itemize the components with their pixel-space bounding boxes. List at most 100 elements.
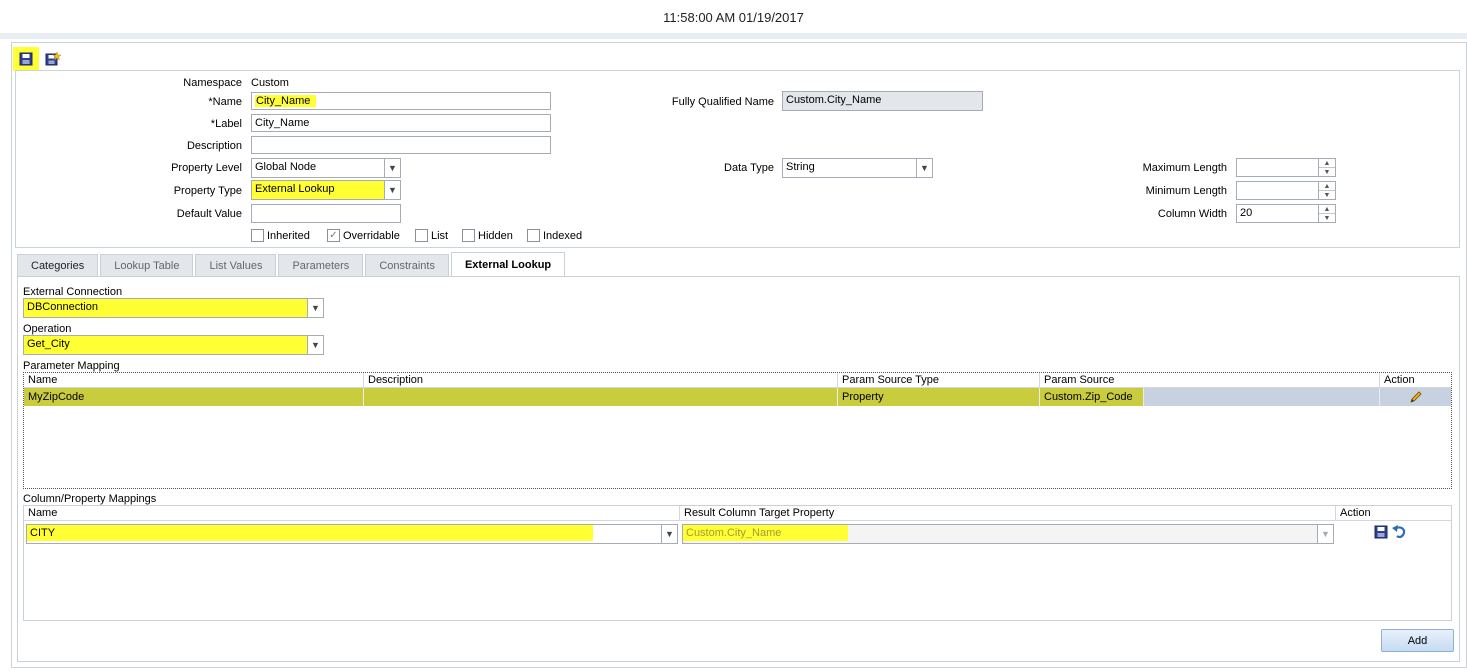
spin-down-icon[interactable]: ▼ <box>1319 214 1335 222</box>
tab-categories[interactable]: Categories <box>17 254 99 276</box>
pencil-icon <box>1409 391 1422 403</box>
label-field[interactable]: City_Name <box>251 114 551 132</box>
column-header-name[interactable]: Name <box>24 506 680 520</box>
column-header-param-source[interactable]: Param Source <box>1040 373 1380 387</box>
data-type-value: String <box>786 161 815 173</box>
grid-header: Name Description Param Source Type Param… <box>24 373 1451 388</box>
column-width-spinner[interactable]: 20 ▲ ▼ <box>1236 204 1336 223</box>
edit-button[interactable] <box>1380 388 1451 406</box>
checkbox-list[interactable]: List <box>415 229 448 242</box>
chevron-down-icon[interactable]: ▼ <box>916 159 932 177</box>
checkbox-box[interactable] <box>527 229 540 242</box>
row-actions <box>1374 525 1407 539</box>
cell-param-source-type: Property <box>838 388 1040 406</box>
property-level-value: Global Node <box>255 161 317 173</box>
tab-constraints[interactable]: Constraints <box>365 254 449 276</box>
column-header-param-source-type[interactable]: Param Source Type <box>838 373 1040 387</box>
save-button[interactable] <box>13 47 39 71</box>
property-type-label: Property Type <box>173 185 242 197</box>
checkbox-hidden[interactable]: Hidden <box>462 229 513 242</box>
chevron-down-icon[interactable]: ▼ <box>307 336 323 354</box>
chevron-down-icon[interactable]: ▼ <box>661 525 677 543</box>
name-field[interactable]: City_Name <box>251 92 551 110</box>
chevron-down-icon[interactable]: ▼ <box>1317 525 1333 543</box>
timestamp: 11:58:00 AM 01/19/2017 <box>663 10 804 25</box>
property-type-value: External Lookup <box>252 181 384 199</box>
spin-up-icon[interactable]: ▲ <box>1319 159 1335 168</box>
checkbox-label: Hidden <box>478 229 513 242</box>
checkbox-box[interactable] <box>415 229 428 242</box>
checkbox-inherited[interactable]: Inherited <box>251 229 310 242</box>
checkbox-label: Indexed <box>543 229 583 242</box>
min-length-label: Minimum Length <box>1145 185 1227 197</box>
column-mapping-label: Column/Property Mappings <box>23 493 157 505</box>
checkbox-indexed[interactable]: Indexed <box>527 229 582 242</box>
checkbox-box[interactable] <box>462 229 475 242</box>
checkmark-icon[interactable]: ✓ <box>327 229 340 242</box>
description-field[interactable] <box>251 136 551 154</box>
max-length-label: Maximum Length <box>1142 162 1227 174</box>
checkbox-label: Overridable <box>343 229 400 242</box>
spin-down-icon[interactable]: ▼ <box>1319 191 1335 199</box>
namespace-value: Custom <box>251 77 289 89</box>
tab-lookup-table[interactable]: Lookup Table <box>100 254 194 276</box>
save-as-icon <box>45 51 61 66</box>
max-length-spinner[interactable]: ▲ ▼ <box>1236 158 1336 177</box>
save-icon[interactable] <box>1374 525 1388 539</box>
checkbox-label: List <box>431 229 449 242</box>
add-button[interactable]: Add <box>1381 629 1454 652</box>
column-header-name[interactable]: Name <box>24 373 364 387</box>
default-value-field[interactable] <box>251 204 401 223</box>
fqn-field: Custom.City_Name <box>782 91 983 111</box>
tab-external-lookup[interactable]: External Lookup <box>450 252 566 276</box>
target-property-select[interactable]: Custom.City_Name ▼ <box>682 524 1334 544</box>
name-label-text: Name <box>212 96 242 108</box>
column-mapping-grid: Name Result Column Target Property Actio… <box>23 505 1452 621</box>
table-row[interactable]: CITY ▼ Custom.City_Name ▼ <box>24 521 1451 545</box>
column-width-value: 20 <box>1240 207 1253 219</box>
operation-label: Operation <box>23 323 72 335</box>
property-type-select[interactable]: External Lookup ▼ <box>251 180 401 200</box>
data-type-select[interactable]: String ▼ <box>782 158 933 178</box>
spin-down-icon[interactable]: ▼ <box>1319 168 1335 176</box>
checkbox-overridable[interactable]: ✓ Overridable <box>327 229 400 242</box>
cell-name: MyZipCode <box>24 388 364 406</box>
spin-up-icon[interactable]: ▲ <box>1319 205 1335 214</box>
target-property-cell: Custom.City_Name <box>683 525 1317 543</box>
max-length-value <box>1237 159 1318 176</box>
tab-list-values[interactable]: List Values <box>195 254 277 276</box>
column-header-action[interactable]: Action <box>1380 373 1451 387</box>
fqn-label: Fully Qualified Name <box>671 96 774 108</box>
column-name-value: CITY <box>27 525 593 541</box>
column-header-action[interactable]: Action <box>1336 506 1451 520</box>
tab-bar: Categories Lookup Table List Values Para… <box>17 252 566 276</box>
chevron-down-icon[interactable]: ▼ <box>307 299 323 317</box>
external-connection-label: External Connection <box>23 286 123 298</box>
column-header-description[interactable]: Description <box>364 373 838 387</box>
min-length-value <box>1237 182 1318 199</box>
spin-up-icon[interactable]: ▲ <box>1319 182 1335 191</box>
checkbox-box[interactable] <box>251 229 264 242</box>
min-length-spinner[interactable]: ▲ ▼ <box>1236 181 1336 200</box>
save-as-button[interactable] <box>40 47 66 71</box>
chevron-down-icon[interactable]: ▼ <box>384 159 400 177</box>
cell-description <box>364 388 838 406</box>
tab-parameters[interactable]: Parameters <box>278 254 364 276</box>
save-icon <box>19 52 33 66</box>
column-header-result-column-target[interactable]: Result Column Target Property <box>680 506 1336 520</box>
column-name-select[interactable]: CITY ▼ <box>26 524 678 544</box>
undo-icon[interactable] <box>1391 525 1407 539</box>
description-label: Description <box>186 140 242 152</box>
operation-value: Get_City <box>24 336 307 354</box>
operation-select[interactable]: Get_City ▼ <box>23 335 324 355</box>
table-row[interactable]: MyZipCode Property Custom.Zip_Code <box>24 388 1451 406</box>
name-field-value: City_Name <box>255 95 317 107</box>
top-band <box>0 33 1467 39</box>
chevron-down-icon[interactable]: ▼ <box>384 181 400 199</box>
column-name-cell: CITY <box>27 525 661 543</box>
property-level-select[interactable]: Global Node ▼ <box>251 158 401 178</box>
external-connection-select[interactable]: DBConnection ▼ <box>23 298 324 318</box>
external-connection-value: DBConnection <box>24 299 307 317</box>
data-type-label: Data Type <box>724 162 774 174</box>
checkbox-label: Inherited <box>267 229 310 242</box>
